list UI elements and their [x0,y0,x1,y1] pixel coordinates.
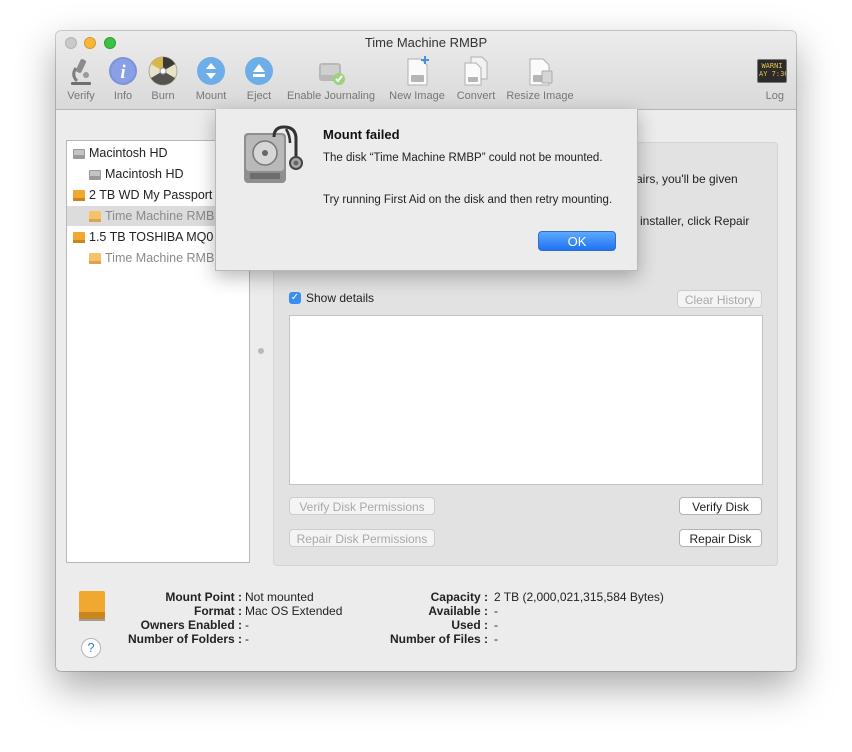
toolbar-enable-journaling[interactable]: Enable Journaling [283,53,379,105]
toolbar-label: Info [113,90,133,102]
info-key: Format : [194,604,242,618]
info-icon: i [109,57,137,85]
info-value: Mac OS Extended [245,604,343,618]
toolbar-info[interactable]: i Info [107,53,139,105]
toolbar-label: Enable Journaling [286,90,376,102]
eject-icon [245,57,273,85]
info-row: Mount Point : Not mounted Capacity : 2 T… [56,590,796,604]
repair-disk-permissions-button[interactable]: Repair Disk Permissions [289,529,435,547]
svg-text:i: i [120,62,126,83]
help-button[interactable]: ? [81,638,101,658]
info-row: Owners Enabled : - Used : - [56,618,796,632]
internal-volume-icon [89,170,101,180]
info-value: - [494,618,498,632]
show-details-checkbox[interactable]: ✓ [289,292,301,304]
info-key: Owners Enabled : [140,618,242,632]
info-key: Available : [428,604,488,618]
info-value: - [245,618,249,632]
external-volume-icon [89,253,101,264]
toolbar-label: Log [765,90,784,102]
toolbar-log[interactable]: WARNI AY 7:36 Log [754,53,788,105]
repair-disk-button[interactable]: Repair Disk [679,529,762,547]
toolbar-mount[interactable]: Mount [193,53,229,105]
info-key: Number of Files : [389,632,488,646]
info-value: 2 TB (2,000,021,315,584 Bytes) [494,590,664,604]
external-volume-icon [89,211,101,222]
toolbar-verify[interactable]: Verify [64,53,98,105]
internal-disk-icon [73,149,85,159]
sidebar-item-label: Time Machine RMBP [105,251,223,265]
info-key: Mount Point : [165,590,242,604]
external-disk-icon [73,232,85,243]
sidebar-item-label: Time Machine RMBP [105,209,223,223]
info-row: Format : Mac OS Extended Available : - [56,604,796,618]
microscope-icon [71,59,91,85]
verify-disk-button[interactable]: Verify Disk [679,497,762,515]
toolbar-convert[interactable]: Convert [453,53,499,105]
toolbar-label: Verify [67,90,95,102]
info-value: Not mounted [245,590,314,604]
titlebar: Time Machine RMBP Verify i Info Burn Mou… [56,31,796,110]
info-value: - [494,632,498,646]
toolbar-new-image[interactable]: New Image [386,53,448,105]
toolbar-label: Burn [151,90,175,102]
journaling-icon [319,63,345,85]
panel-partial-text: airs, you'll be given [636,172,738,186]
new-image-icon [407,56,429,86]
show-details-label: Show details [306,291,375,305]
mount-icon [197,57,225,85]
log-icon-text: AY 7:36 [759,70,787,78]
info-key: Capacity : [430,590,488,604]
convert-icon [464,56,488,86]
sidebar-item-label: 1.5 TB TOSHIBA MQ0 [89,230,214,244]
sidebar-item-label: Macintosh HD [105,167,184,181]
info-key: Used : [451,618,488,632]
info-row: Number of Folders : - Number of Files : … [56,632,796,646]
log-icon-text: WARNI [761,62,783,70]
ok-button[interactable]: OK [538,231,616,251]
disk-utility-stethoscope-icon [244,125,303,183]
toolbar-label: Convert [456,90,496,102]
info-value: - [494,604,498,618]
panel-partial-text: installer, click Repair [640,214,750,228]
info-value: - [245,632,249,646]
sidebar-item-label: 2 TB WD My Passport [89,188,213,202]
mount-failed-alert: Mount failed The disk “Time Machine RMBP… [215,109,638,271]
alert-detail: Try running First Aid on the disk and th… [323,194,613,206]
info-key: Number of Folders : [127,632,242,646]
toolbar-burn[interactable]: Burn [147,53,179,105]
verify-disk-permissions-button[interactable]: Verify Disk Permissions [289,497,435,515]
clear-history-button[interactable]: Clear History [677,290,762,308]
toolbar-label: Resize Image [506,90,574,102]
resize-image-icon [529,58,553,86]
toolbar-resize-image[interactable]: Resize Image [503,53,577,105]
toolbar-label: Eject [246,90,272,102]
alert-message: The disk “Time Machine RMBP” could not b… [323,152,603,164]
burn-icon [148,56,178,86]
log-console-icon: WARNI AY 7:36 [757,59,787,83]
alert-title: Mount failed [323,127,400,142]
toolbar-label: New Image [389,90,445,102]
window-title: Time Machine RMBP [364,35,488,50]
toolbar-label: Mount [195,90,227,102]
split-view-handle[interactable] [258,348,264,354]
sidebar-item-label: Macintosh HD [89,146,168,160]
first-aid-log[interactable] [289,315,763,485]
toolbar-eject[interactable]: Eject [242,53,276,105]
external-disk-icon [73,190,85,201]
